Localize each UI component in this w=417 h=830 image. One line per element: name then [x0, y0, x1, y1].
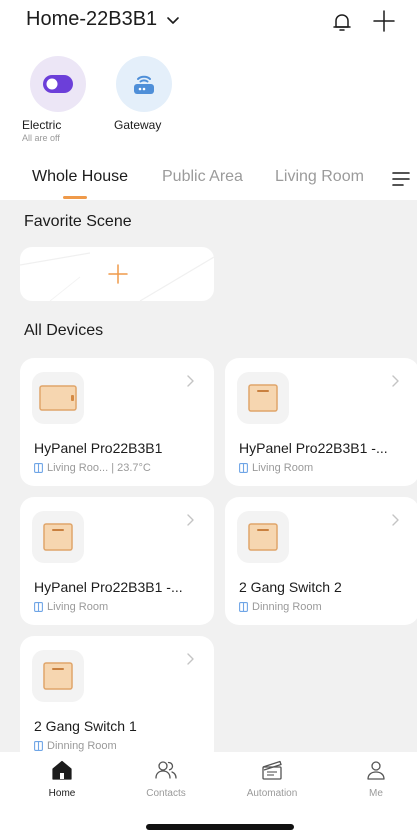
plus-icon[interactable]	[372, 9, 396, 33]
toggle-icon	[30, 56, 86, 112]
nav-label: Contacts	[146, 788, 186, 799]
door-icon	[34, 463, 43, 473]
chevron-right-icon	[392, 375, 399, 387]
chevron-right-icon	[187, 653, 194, 665]
tab-public-area[interactable]: Public Area	[162, 168, 243, 186]
device-card[interactable]: HyPanel Pro22B3B1 Living Roo... | 23.7°C	[20, 358, 214, 486]
nav-contacts[interactable]: Contacts	[131, 758, 201, 799]
quick-item-gateway[interactable]: Gateway	[114, 56, 194, 132]
bottom-nav: Home Contacts Automation Me	[0, 752, 417, 830]
room-tabs: Whole House Public Area Living Room	[0, 168, 417, 204]
device-room: Living Room	[34, 601, 108, 613]
bell-icon[interactable]	[331, 11, 353, 33]
switch-icon	[237, 511, 289, 563]
nav-me[interactable]: Me	[341, 758, 411, 799]
nav-label: Me	[369, 788, 383, 799]
active-tab-indicator	[63, 196, 87, 199]
quick-item-label: Gateway	[114, 118, 162, 132]
add-scene-card[interactable]	[20, 247, 214, 301]
device-name: 2 Gang Switch 2	[239, 579, 342, 595]
favorite-scene-title: Favorite Scene	[24, 213, 132, 230]
quick-item-sub: All are off	[22, 133, 60, 143]
nav-label: Automation	[246, 788, 298, 799]
switch-icon	[32, 511, 84, 563]
device-card[interactable]: 2 Gang Switch 1 Dinning Room	[20, 636, 214, 752]
device-card[interactable]: 2 Gang Switch 2 Dinning Room	[225, 497, 417, 625]
router-icon	[116, 56, 172, 112]
device-card[interactable]: HyPanel Pro22B3B1 -... Living Room	[20, 497, 214, 625]
device-room-label: Dinning Room	[47, 740, 117, 752]
tab-whole-house[interactable]: Whole House	[32, 168, 128, 186]
main-content: Favorite Scene All Devices HyPanel Pro22…	[0, 200, 417, 752]
app-header: Home-22B3B1	[0, 0, 417, 48]
quick-item-electric[interactable]: Electric All are off	[22, 56, 102, 143]
contacts-icon	[155, 761, 177, 779]
door-icon	[34, 602, 43, 612]
panel-wide-icon	[32, 372, 84, 424]
nav-home[interactable]: Home	[27, 758, 97, 799]
device-room-label: Living Room	[252, 462, 314, 474]
chevron-right-icon	[187, 514, 194, 526]
add-scene-icon	[108, 264, 128, 284]
device-name: HyPanel Pro22B3B1 -...	[239, 440, 388, 456]
all-devices-title: All Devices	[24, 322, 104, 339]
device-name: HyPanel Pro22B3B1	[34, 440, 163, 456]
person-icon	[367, 761, 385, 780]
home-selector[interactable]: Home-22B3B1	[26, 8, 181, 31]
chevron-right-icon	[392, 514, 399, 526]
device-card[interactable]: HyPanel Pro22B3B1 -... Living Room	[225, 358, 417, 486]
home-name: Home-22B3B1	[26, 8, 158, 30]
device-room: Living Room	[239, 462, 313, 474]
quick-access: Electric All are off Gateway	[0, 56, 417, 152]
device-room: Dinning Room	[34, 740, 117, 752]
menu-icon[interactable]	[391, 170, 411, 188]
device-room: Dinning Room	[239, 601, 322, 613]
device-name: HyPanel Pro22B3B1 -...	[34, 579, 183, 595]
tab-living-room[interactable]: Living Room	[275, 168, 364, 186]
home-indicator	[146, 824, 294, 830]
switch-icon	[237, 372, 289, 424]
chevron-down-icon	[167, 16, 179, 24]
device-room-label: Living Roo... | 23.7°C	[47, 462, 151, 474]
home-icon	[52, 760, 72, 780]
door-icon	[34, 741, 43, 751]
switch-icon	[32, 650, 84, 702]
device-name: 2 Gang Switch 1	[34, 718, 137, 734]
quick-item-label: Electric	[22, 118, 62, 132]
door-icon	[239, 463, 248, 473]
nav-label: Home	[48, 788, 76, 799]
nav-automation[interactable]: Automation	[237, 758, 307, 799]
device-room: Living Roo... | 23.7°C	[34, 462, 151, 474]
chevron-right-icon	[187, 375, 194, 387]
door-icon	[239, 602, 248, 612]
device-room-label: Living Room	[47, 601, 109, 613]
automation-icon	[262, 760, 282, 780]
device-room-label: Dinning Room	[252, 601, 322, 613]
